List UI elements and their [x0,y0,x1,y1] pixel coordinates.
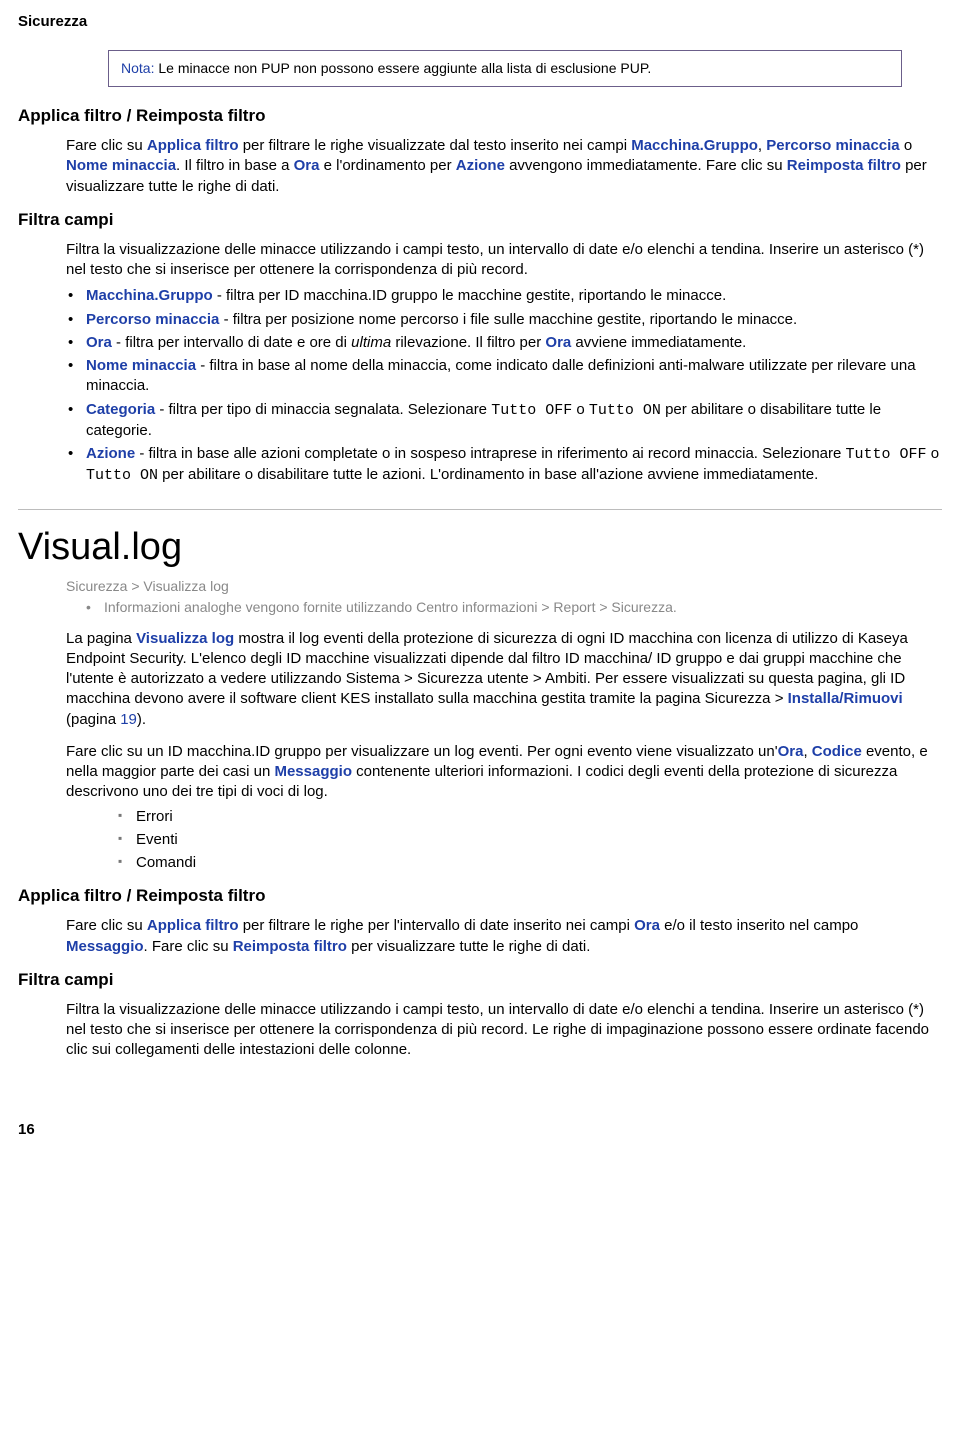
section-applica-filtro-2: Applica filtro / Reimposta filtro [18,885,942,908]
term-ora-3: Ora [634,917,660,934]
breadcrumb: Sicurezza > Visualizza log [66,577,942,596]
section-applica-filtro-2-body: Fare clic su Applica filtro per filtrare… [66,916,942,957]
term-macchina-gruppo: Macchina.Gruppo [631,137,758,154]
term-applica-filtro-2: Applica filtro [147,917,239,934]
section-filtra-campi-1-body: Filtra la visualizzazione delle minacce … [66,240,942,487]
list-item: Categoria - filtra per tipo di minaccia … [66,400,942,442]
section-filtra-campi-2-body: Filtra la visualizzazione delle minacce … [66,1000,942,1061]
section-applica-filtro-1: Applica filtro / Reimposta filtro [18,105,942,128]
note-box: Nota: Le minacce non PUP non possono ess… [108,50,902,87]
list-item: Eventi [116,830,942,850]
breadcrumb-sub: Informazioni analoghe vengono fornite ut… [86,598,942,617]
term-messaggio: Messaggio [274,763,352,780]
visuallog-body-2: Fare clic su un ID macchina.ID gruppo pe… [66,742,942,874]
term-ora: Ora [294,157,320,174]
term-visualizza-log: Visualizza log [136,630,234,647]
term-applica-filtro: Applica filtro [147,137,239,154]
term-percorso-minaccia: Percorso minaccia [766,137,899,154]
list-item: Comandi [116,853,942,873]
filter-list: Macchina.Gruppo - filtra per ID macchina… [66,286,942,486]
list-item: Macchina.Gruppo - filtra per ID macchina… [66,286,942,306]
term-reimposta-filtro-2: Reimposta filtro [233,938,347,955]
section-filtra-campi-2: Filtra campi [18,969,942,992]
term-ora-2: Ora [778,743,804,760]
filtra-intro: Filtra la visualizzazione delle minacce … [66,240,942,281]
term-nome-minaccia: Nome minaccia [66,157,176,174]
log-types-list: Errori Eventi Comandi [116,807,942,874]
page-title-visuallog: Visual.log [18,522,942,573]
term-codice: Codice [812,743,862,760]
divider [18,509,942,510]
note-label: Nota: [121,60,154,76]
visuallog-body-1: La pagina Visualizza log mostra il log e… [66,629,942,730]
section-applica-filtro-1-body: Fare clic su Applica filtro per filtrare… [66,136,942,197]
list-item: Nome minaccia - filtra in base al nome d… [66,356,942,397]
page-ref-19[interactable]: 19 [120,711,137,728]
list-item: Azione - filtra in base alle azioni comp… [66,444,942,487]
note-text: Le minacce non PUP non possono essere ag… [154,60,651,76]
breadcrumb-sub-item: Informazioni analoghe vengono fornite ut… [86,598,942,617]
section-filtra-campi-1: Filtra campi [18,209,942,232]
list-item: Percorso minaccia - filtra per posizione… [66,310,942,330]
list-item: Errori [116,807,942,827]
page-header: Sicurezza [18,0,942,50]
term-reimposta-filtro: Reimposta filtro [787,157,901,174]
term-installa-rimuovi: Installa/Rimuovi [788,690,903,707]
list-item: Ora - filtra per intervallo di date e or… [66,333,942,353]
page-number: 16 [18,1120,942,1140]
term-azione: Azione [456,157,505,174]
term-messaggio-2: Messaggio [66,938,144,955]
